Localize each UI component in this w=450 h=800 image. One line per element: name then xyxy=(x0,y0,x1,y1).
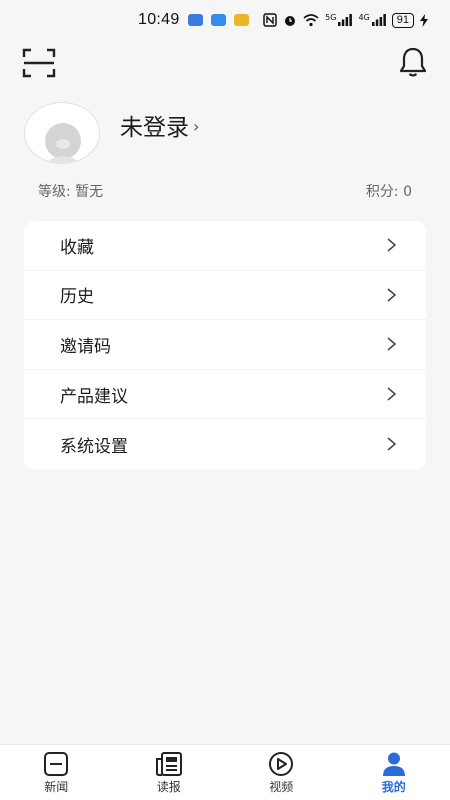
tab-label: 新闻 xyxy=(44,780,69,794)
newspaper-icon xyxy=(155,752,182,776)
signal-icon xyxy=(338,14,353,26)
network-4g-label: 4G xyxy=(358,12,370,22)
bottom-tab-bar: 新闻 读报 视频 我的 xyxy=(0,744,450,800)
top-bar xyxy=(0,40,450,86)
profile-header: 未登录 › xyxy=(24,102,426,168)
news-icon xyxy=(44,752,69,776)
chevron-right-icon xyxy=(387,238,397,252)
tab-label: 我的 xyxy=(381,780,406,794)
scan-button[interactable] xyxy=(22,48,56,78)
chevron-right-icon: › xyxy=(193,116,200,136)
signal-icon-2 xyxy=(371,14,386,26)
charging-icon xyxy=(420,13,428,27)
avatar[interactable] xyxy=(24,102,100,164)
nfc-icon xyxy=(263,13,277,27)
message-notification-icon xyxy=(210,14,226,26)
bell-icon xyxy=(399,47,427,77)
tab-mine[interactable]: 我的 xyxy=(338,745,450,800)
user-icon xyxy=(382,752,405,776)
tab-newspaper[interactable]: 读报 xyxy=(113,745,226,800)
status-left: 10:49 xyxy=(138,11,249,29)
battery-indicator: 91 xyxy=(391,12,414,28)
menu-item-feedback[interactable]: 产品建议 xyxy=(24,370,426,420)
tab-label: 读报 xyxy=(156,780,181,794)
menu-item-label: 系统设置 xyxy=(60,436,128,457)
tab-label: 视频 xyxy=(269,780,294,794)
menu-item-label: 产品建议 xyxy=(60,386,128,407)
login-link[interactable]: 未登录 › xyxy=(120,108,199,142)
default-avatar-icon xyxy=(45,123,81,163)
menu-item-label: 邀请码 xyxy=(60,336,111,357)
tab-video[interactable]: 视频 xyxy=(225,745,338,800)
menu-item-history[interactable]: 历史 xyxy=(24,271,426,321)
points-label: 积分: 0 xyxy=(365,184,412,200)
stats-row: 等级: 暂无 积分: 0 xyxy=(38,180,412,202)
status-right: 5G 4G 91 xyxy=(263,12,428,28)
menu-item-settings[interactable]: 系统设置 xyxy=(24,419,426,469)
tab-news[interactable]: 新闻 xyxy=(0,745,113,800)
chevron-right-icon xyxy=(387,337,397,352)
menu-item-invite-code[interactable]: 邀请码 xyxy=(24,320,426,370)
menu-item-label: 历史 xyxy=(60,287,94,308)
alarm-icon xyxy=(285,16,296,26)
level-label: 等级: 暂无 xyxy=(38,184,104,200)
chevron-right-icon xyxy=(387,437,397,451)
status-time: 10:49 xyxy=(138,11,180,28)
notification-button[interactable] xyxy=(398,46,428,78)
menu-item-favorites[interactable]: 收藏 xyxy=(24,221,426,271)
login-label: 未登录 xyxy=(120,115,189,141)
mail-notification-icon xyxy=(233,14,249,26)
wifi-icon xyxy=(303,13,319,26)
status-bar: 10:49 5G 4G 91 xyxy=(0,0,450,40)
chevron-right-icon xyxy=(387,288,397,302)
chevron-right-icon xyxy=(387,387,397,401)
menu-card: 收藏 历史 邀请码 产品建议 系统设置 xyxy=(24,221,426,469)
menu-item-label: 收藏 xyxy=(60,237,94,258)
scan-icon xyxy=(22,48,56,78)
network-5g-label: 5G xyxy=(325,12,337,22)
app-notification-icon xyxy=(187,14,203,26)
video-play-icon xyxy=(269,752,294,776)
